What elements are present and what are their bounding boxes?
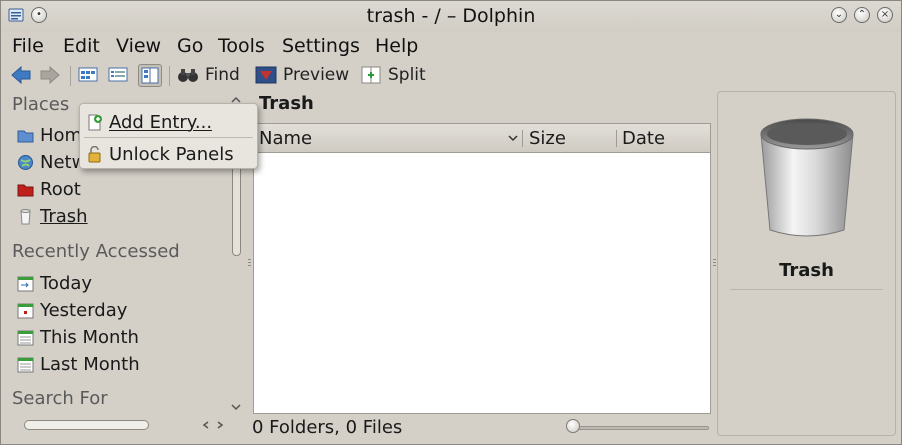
details-view-icon [108, 67, 128, 82]
window-title: trash - / – Dolphin [366, 5, 536, 27]
unlock-panels-menu-item[interactable]: Unlock Panels [86, 141, 234, 167]
trash-large-icon [760, 118, 854, 237]
recent-item-this-month[interactable]: This Month [17, 325, 139, 349]
info-divider [730, 289, 883, 290]
calendar-month-icon [17, 330, 34, 345]
place-label-trash: Trash [40, 205, 88, 227]
panel-splitter-handle[interactable] [713, 259, 716, 267]
zoom-slider-handle[interactable] [566, 419, 580, 433]
menu-separator [84, 137, 253, 138]
menu-help[interactable]: Help [375, 35, 418, 57]
binoculars-icon [178, 69, 198, 82]
recent-label-today: Today [40, 272, 93, 294]
place-item-root[interactable]: Root [17, 177, 81, 201]
calendar-last-month-icon [17, 357, 34, 372]
forward-button[interactable] [39, 63, 61, 87]
recent-label-last-month: Last Month [40, 353, 140, 375]
add-entry-menu-item[interactable]: Add Entry... [86, 109, 212, 135]
network-globe-icon [18, 154, 33, 170]
menu-edit[interactable]: Edit [63, 35, 100, 57]
split-button[interactable]: Split [360, 63, 426, 87]
arrow-right-icon [40, 65, 60, 85]
toolbar-separator [70, 66, 71, 86]
home-folder-icon [17, 130, 34, 142]
information-panel: Trash [717, 91, 896, 436]
place-label-root: Root [40, 178, 81, 200]
split-label: Split [388, 65, 426, 85]
calendar-yesterday-icon [17, 303, 34, 318]
status-bar-text: 0 Folders, 0 Files [252, 417, 403, 438]
minimize-button[interactable]: ⌄ [831, 7, 847, 23]
column-header: Name Size Date [254, 124, 710, 153]
places-horizontal-thumb[interactable] [24, 420, 149, 430]
places-title: Places [12, 94, 70, 115]
places-context-menu: Add Entry... Unlock Panels [79, 103, 258, 169]
file-list-view[interactable]: Name Size Date [253, 123, 711, 414]
recent-label-this-month: This Month [40, 326, 139, 348]
info-item-name: Trash [779, 260, 834, 281]
icons-view-button[interactable] [77, 64, 101, 87]
column-divider[interactable] [522, 130, 523, 147]
preview-button[interactable]: Preview [255, 63, 349, 87]
column-header-date[interactable]: Date [622, 128, 665, 149]
recently-accessed-title: Recently Accessed [12, 241, 180, 262]
recent-item-today[interactable]: Today [17, 271, 92, 295]
preview-label: Preview [283, 65, 350, 85]
location-label: Trash [259, 93, 314, 114]
root-folder-icon [17, 184, 34, 196]
menu-view[interactable]: View [116, 35, 161, 57]
search-for-title: Search For [12, 388, 108, 409]
icons-view-icon [78, 67, 98, 82]
recent-item-last-month[interactable]: Last Month [17, 352, 140, 376]
scroll-down-icon[interactable] [230, 402, 242, 412]
scroll-right-icon[interactable] [215, 420, 225, 430]
find-button[interactable]: Find [177, 63, 240, 87]
menu-file[interactable]: File [12, 35, 44, 57]
menu-tools[interactable]: Tools [218, 35, 265, 57]
maximize-button[interactable]: ⌃ [854, 7, 870, 23]
add-entry-label: Add Entry... [109, 111, 213, 133]
preview-icon [255, 66, 277, 84]
toolbar-separator [169, 66, 170, 86]
menu-bar: File Edit View Go Tools Settings Help [1, 32, 901, 59]
back-button[interactable] [10, 63, 32, 87]
arrow-left-icon [11, 65, 31, 85]
close-button[interactable]: × [877, 7, 893, 23]
column-header-name[interactable]: Name [259, 128, 312, 149]
columns-view-button[interactable] [138, 64, 162, 87]
zoom-slider-track[interactable] [571, 426, 709, 430]
recent-item-yesterday[interactable]: Yesterday [17, 298, 127, 322]
unlock-panels-label: Unlock Panels [109, 143, 234, 165]
padlock-icon [88, 145, 101, 162]
column-divider[interactable] [616, 130, 617, 147]
panel-splitter-handle[interactable] [248, 259, 251, 267]
columns-view-icon [141, 67, 159, 84]
calendar-today-icon [17, 276, 34, 291]
menu-go[interactable]: Go [177, 35, 203, 57]
toolbar: Find Preview Split [1, 60, 901, 90]
places-horizontal-scrollbar[interactable] [17, 418, 227, 432]
find-label: Find [205, 65, 240, 85]
sort-chevron-down-icon[interactable] [507, 133, 519, 143]
scroll-left-icon[interactable] [201, 420, 211, 430]
place-item-trash[interactable]: Trash [17, 204, 88, 228]
menu-settings[interactable]: Settings [282, 35, 360, 57]
dolphin-window: • trash - / – Dolphin ⌄ ⌃ × File Edit Vi… [0, 0, 902, 445]
recent-label-yesterday: Yesterday [40, 299, 128, 321]
add-document-icon [88, 114, 102, 130]
trash-icon [20, 208, 31, 224]
split-icon [361, 66, 381, 84]
title-bar[interactable]: • trash - / – Dolphin ⌄ ⌃ × [1, 1, 901, 32]
column-header-size[interactable]: Size [529, 128, 566, 149]
details-view-button[interactable] [107, 64, 131, 87]
